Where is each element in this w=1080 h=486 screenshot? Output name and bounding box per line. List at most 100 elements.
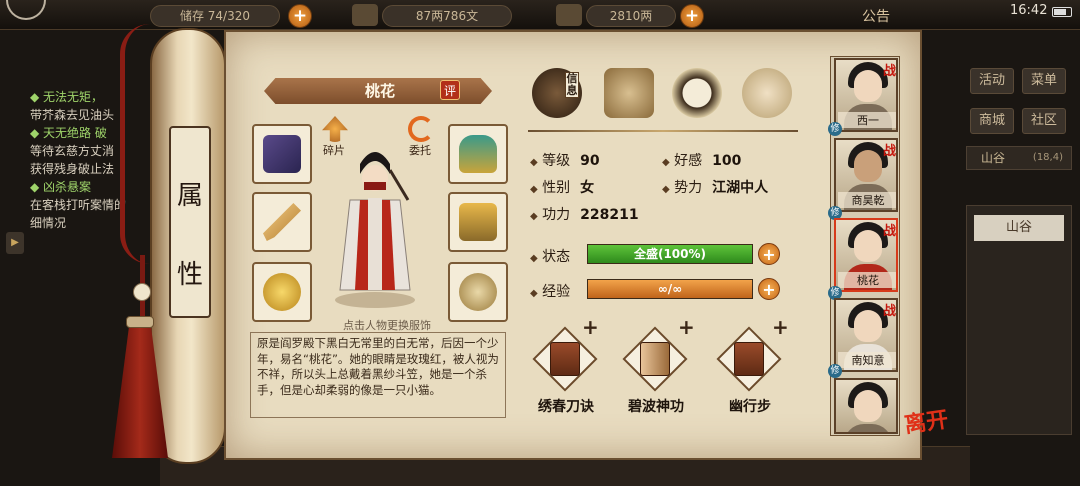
stat-gender-value: 女: [580, 180, 595, 196]
scroll-title-char: 属: [176, 181, 203, 211]
inventory-add-button[interactable]: +: [288, 4, 312, 28]
equip-slot-armor[interactable]: [252, 124, 312, 184]
skill-slot-blade[interactable]: [532, 326, 598, 392]
stat-status-label: 状态: [542, 249, 571, 265]
portrait-body: [844, 424, 892, 432]
stat-favor: ◆ 好感 100: [662, 153, 742, 169]
skill-book-icon: [734, 342, 764, 376]
battery-icon: [1052, 7, 1072, 17]
gold-ingot-icon: [556, 4, 582, 26]
top-bar: 储存 74/320 + 87两786文 2810两 + 公告 16:42: [0, 0, 1080, 30]
portrait-face: [854, 390, 882, 422]
stat-exp: ◆ 经验: [530, 284, 571, 300]
party-member-name: 商昊乾: [838, 192, 896, 208]
skill-name: 绣春刀诀: [538, 399, 594, 415]
muscle-figure-icon[interactable]: [742, 68, 792, 118]
party-member-name: 西一: [838, 112, 896, 128]
location-list-item[interactable]: 山谷: [974, 215, 1064, 241]
party-member-name: 南知意: [838, 352, 896, 368]
exp-add-button[interactable]: +: [758, 278, 780, 300]
status-add-button[interactable]: +: [758, 243, 780, 265]
equip-slot-weapon[interactable]: [252, 192, 312, 252]
gold-display: 2810两: [586, 5, 676, 27]
stat-power-value: 228211: [580, 207, 639, 223]
party-member[interactable]: [834, 378, 898, 434]
stat-power: ◆ 功力 228211: [530, 207, 639, 223]
evaluate-button[interactable]: 评: [440, 80, 460, 100]
portrait-face: [854, 70, 882, 102]
activity-button[interactable]: 活动: [970, 68, 1014, 94]
bagua-icon[interactable]: [672, 68, 722, 118]
portrait-face: [854, 150, 882, 182]
equip-slot-body[interactable]: [448, 192, 508, 252]
scroll-title-char: 性: [176, 260, 203, 290]
party-member[interactable]: 战 南知意: [834, 298, 898, 372]
skill-scroll-icon: [640, 342, 670, 376]
refresh-icon[interactable]: [408, 116, 434, 142]
coin-icon: [352, 4, 378, 26]
stat-power-label: 功力: [542, 207, 571, 223]
stat-status: ◆ 状态: [530, 249, 571, 265]
shop-button[interactable]: 商城: [970, 108, 1014, 134]
equip-slot-helmet[interactable]: [448, 124, 508, 184]
chestplate-icon: [459, 203, 497, 241]
character-name: 桃花: [364, 82, 395, 100]
location-coord: (18,4): [1032, 152, 1063, 163]
scroll-book-icon[interactable]: [604, 68, 654, 118]
skill-slot-movement[interactable]: [716, 326, 782, 392]
party-member[interactable]: 战 商昊乾: [834, 138, 898, 212]
stat-gender: ◆ 性别女: [530, 180, 595, 196]
location-bar[interactable]: 山谷 (18,4): [966, 146, 1072, 170]
cultivate-badge: 修: [828, 364, 842, 378]
status-bar: 全盛(100%): [587, 244, 753, 264]
stat-level: ◆ 等级 90: [530, 153, 600, 169]
skill-name: 幽行步: [729, 399, 771, 415]
menu-button[interactable]: 菜单: [1022, 68, 1066, 94]
community-button[interactable]: 社区: [1022, 108, 1066, 134]
tassel-knot: [126, 316, 154, 328]
money-display: 87两786文: [382, 5, 512, 27]
battle-badge: 战: [882, 64, 896, 79]
equip-slot-accessory[interactable]: [252, 262, 312, 322]
talisman-icon: [459, 273, 497, 311]
collapse-arrow-icon[interactable]: ▶: [6, 232, 24, 254]
equip-slot-treasure[interactable]: [448, 262, 508, 322]
ring-icon: [263, 273, 301, 311]
skill-book-icon: [550, 342, 580, 376]
stats-divider: [528, 130, 798, 132]
change-outfit-hint: 点击人物更换服饰: [343, 319, 431, 332]
leave-button[interactable]: 离开: [902, 401, 956, 440]
party-member-selected[interactable]: 战 桃花: [834, 218, 898, 292]
stat-exp-label: 经验: [542, 284, 571, 300]
battle-badge: 战: [882, 304, 896, 319]
tassel-bead: [133, 283, 151, 301]
character-description: 原是阎罗殿下黑白无常里的白无常，后因一个少年，易名“桃花”。她的眼睛是玫瑰红，被…: [250, 332, 506, 418]
stat-level-value: 90: [580, 153, 600, 169]
sword-icon: [263, 203, 301, 241]
party-member[interactable]: 战 西一: [834, 58, 898, 132]
armor-icon: [263, 135, 301, 173]
tab-info-label[interactable]: 信息: [565, 72, 579, 98]
back-button[interactable]: [6, 0, 46, 20]
location-name: 山谷: [981, 151, 1006, 165]
stat-faction-value: 江湖中人: [712, 180, 769, 196]
clock: 16:42: [1010, 3, 1048, 18]
notice-button[interactable]: 公告: [862, 6, 890, 26]
inventory-count: 储存 74/320: [150, 5, 280, 27]
skill-slot-internal[interactable]: [622, 326, 688, 392]
helmet-icon: [459, 135, 497, 173]
gold-add-button[interactable]: +: [680, 4, 704, 28]
party-member-name: 桃花: [838, 272, 896, 288]
stat-faction: ◆ 势力 江湖中人: [662, 180, 769, 196]
cultivate-badge: 修: [828, 122, 842, 136]
stat-favor-value: 100: [712, 153, 742, 169]
exp-bar: ∞/∞: [587, 279, 753, 299]
battle-badge: 战: [882, 144, 896, 159]
battle-badge: 战: [882, 224, 896, 239]
stat-favor-label: 好感: [674, 153, 703, 169]
stat-faction-label: 势力: [674, 180, 703, 196]
character-figure[interactable]: [320, 140, 430, 310]
portrait-face: [854, 310, 882, 342]
stat-level-label: 等级: [542, 153, 571, 169]
skill-name: 碧波神功: [628, 399, 684, 415]
